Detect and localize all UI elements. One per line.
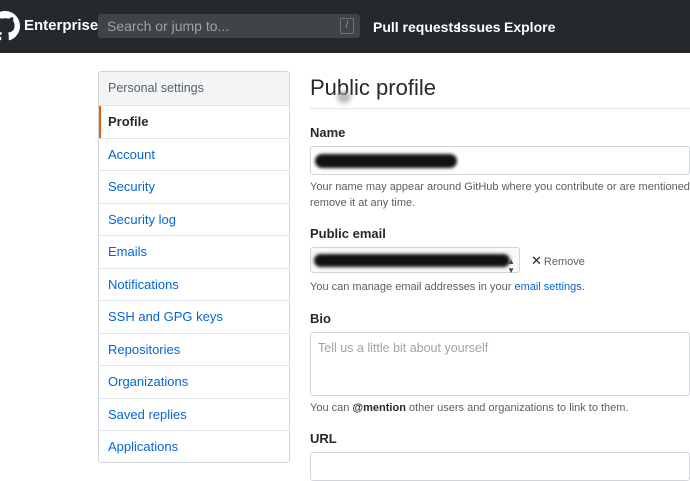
page-title: Public profile <box>310 75 436 100</box>
nav-pull-requests[interactable]: Pull requests <box>373 19 461 35</box>
sidebar-item-security[interactable]: Security <box>99 171 289 204</box>
sidebar-item-ssh-gpg-keys[interactable]: SSH and GPG keys <box>99 301 289 334</box>
email-help-prefix: You can manage email addresses in your <box>310 281 515 293</box>
sidebar-item-saved-replies[interactable]: Saved replies <box>99 399 289 431</box>
sidebar-item-applications[interactable]: Applications <box>99 431 289 462</box>
sidebar-item-account[interactable]: Account <box>99 139 289 171</box>
email-help-suffix: . <box>581 281 585 293</box>
nav-issues[interactable]: Issues <box>457 19 501 35</box>
sidebar-item-security-log[interactable]: Security log <box>99 204 289 236</box>
sidebar-heading: Personal settings <box>99 72 289 106</box>
bio-help-text: You can @mention other users and organiz… <box>310 400 629 416</box>
mention-text: @mention <box>352 402 406 414</box>
public-email-label: Public email <box>310 226 386 241</box>
sidebar-item-repositories[interactable]: Repositories <box>99 334 289 366</box>
remove-label: Remove <box>543 256 585 268</box>
screen-smudge <box>337 91 351 103</box>
name-help-text: Your name may appear around GitHub where… <box>310 179 690 211</box>
name-label: Name <box>310 125 346 140</box>
url-label: URL <box>310 431 337 446</box>
email-help-text: You can manage email addresses in your e… <box>310 279 585 295</box>
title-divider <box>310 108 690 109</box>
search-input[interactable]: Search or jump to... / <box>98 14 360 38</box>
enterprise-brand[interactable]: Enterprise <box>24 17 98 34</box>
sidebar-item-emails[interactable]: Emails <box>99 236 289 269</box>
bio-help-suffix: other users and organizations to link to… <box>405 402 629 414</box>
close-icon: ✕ <box>531 253 542 268</box>
bio-textarea[interactable]: Tell us a little bit about yourself <box>310 332 690 396</box>
name-help-line2: remove it at any time. <box>310 197 416 209</box>
bio-label: Bio <box>310 311 331 326</box>
redacted-email <box>314 254 510 267</box>
settings-sidebar: Personal settings Profile Account Securi… <box>98 71 290 463</box>
sidebar-item-notifications[interactable]: Notifications <box>99 269 289 301</box>
remove-email-button[interactable]: ✕ Remove <box>531 253 585 269</box>
select-caret-icon: ▲ ▼ <box>507 257 515 275</box>
name-help-line1: Your name may appear around GitHub where… <box>310 181 690 193</box>
public-email-select[interactable]: ▲ ▼ <box>310 247 520 275</box>
sidebar-item-organizations[interactable]: Organizations <box>99 366 289 399</box>
nav-explore[interactable]: Explore <box>504 19 555 35</box>
search-placeholder: Search or jump to... <box>107 18 230 34</box>
bio-help-prefix: You can <box>310 402 353 414</box>
email-settings-link[interactable]: email settings <box>514 281 581 293</box>
bio-placeholder: Tell us a little bit about yourself <box>318 341 489 355</box>
slash-shortcut-icon: / <box>340 18 354 34</box>
github-logo-icon[interactable] <box>0 11 20 41</box>
url-field[interactable] <box>310 452 690 481</box>
name-field[interactable] <box>310 146 690 175</box>
sidebar-item-profile[interactable]: Profile <box>99 106 289 139</box>
top-header: Enterprise Search or jump to... / Pull r… <box>0 0 690 53</box>
redacted-name <box>315 154 457 168</box>
